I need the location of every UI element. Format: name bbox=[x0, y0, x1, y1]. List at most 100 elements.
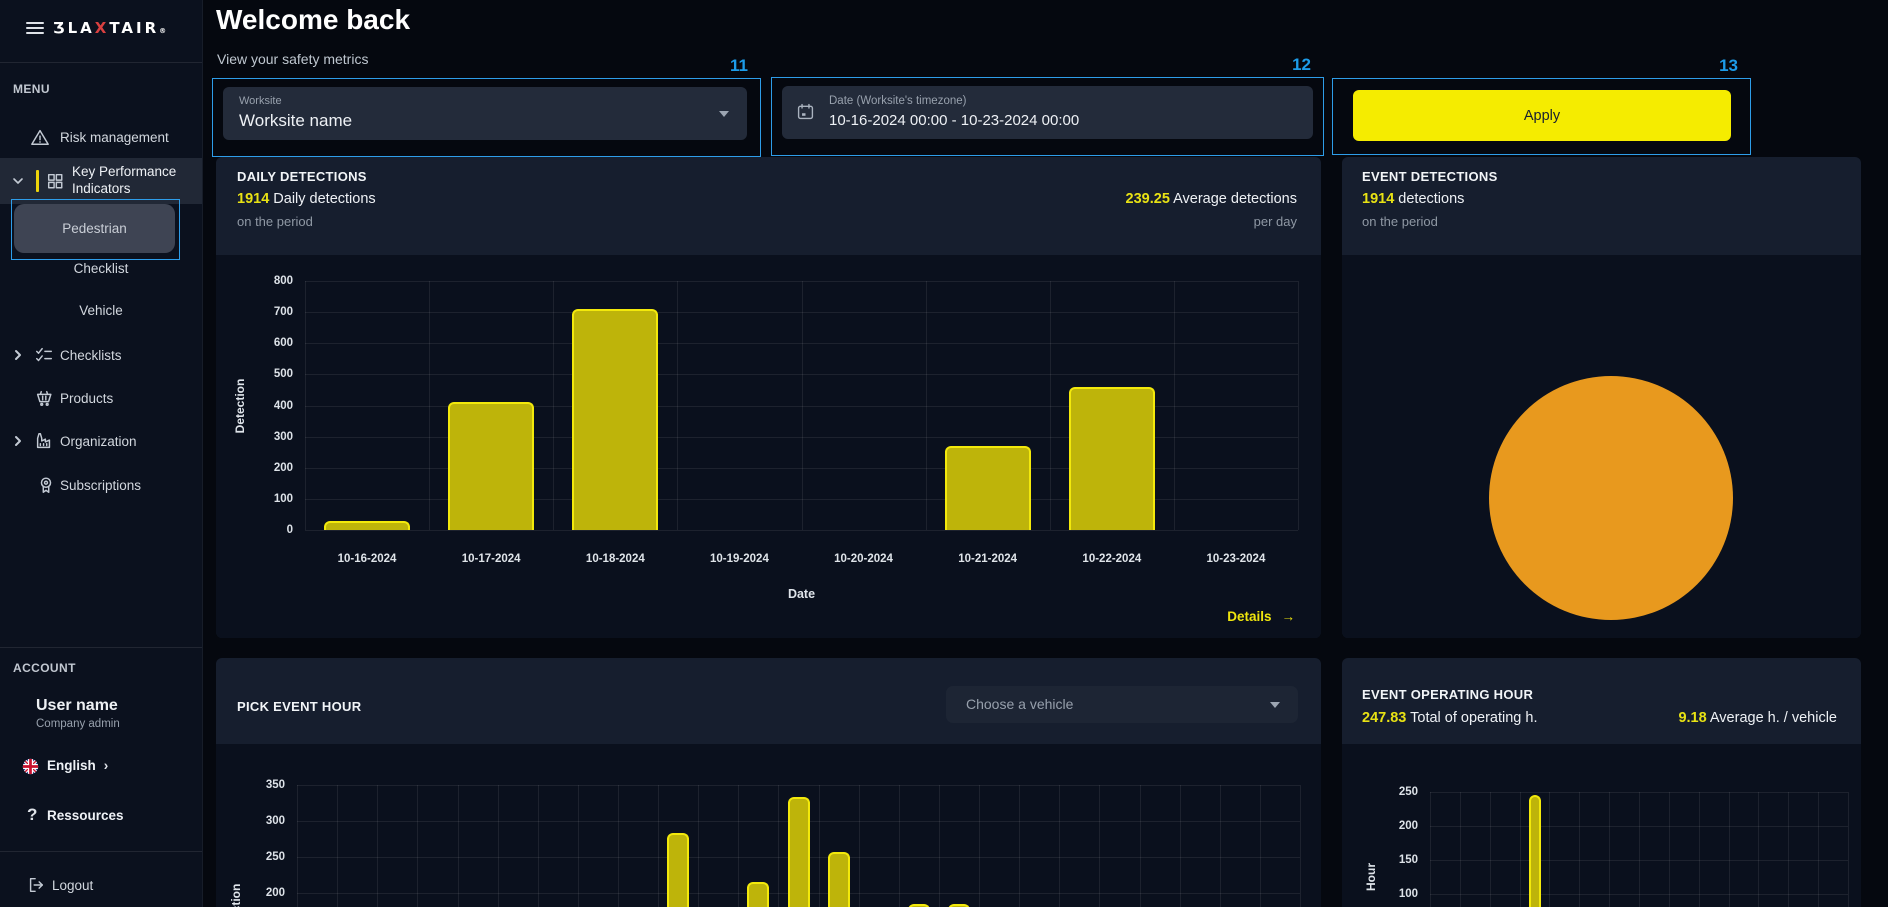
user-name: User name bbox=[36, 697, 118, 715]
sidebar-item-organization[interactable]: Organization bbox=[0, 428, 202, 454]
gridline bbox=[305, 312, 1298, 313]
gridline bbox=[1490, 792, 1491, 907]
language-label: English› bbox=[47, 758, 108, 773]
bar[interactable] bbox=[1069, 387, 1155, 530]
bar[interactable] bbox=[448, 402, 534, 530]
sidebar-item-key-performance-indicators[interactable]: Key Performance Indicators bbox=[0, 158, 202, 204]
sidebar-subitem-pedestrian[interactable]: Pedestrian bbox=[14, 204, 175, 253]
gridline bbox=[618, 785, 619, 907]
bar[interactable] bbox=[667, 833, 689, 907]
gridline bbox=[1430, 894, 1848, 895]
y-tick-label: 700 bbox=[251, 304, 293, 320]
dropdown-caret-icon bbox=[719, 111, 729, 117]
active-section-indicator bbox=[36, 170, 39, 192]
gridline bbox=[1099, 785, 1100, 907]
y-tick-label: 200 bbox=[243, 885, 285, 901]
sidebar-item-label: Checklists bbox=[60, 348, 122, 363]
gridline bbox=[698, 785, 699, 907]
gridline bbox=[1298, 281, 1299, 530]
y-tick-label: 500 bbox=[251, 366, 293, 382]
sidebar-item-resources[interactable]: ? Ressources bbox=[0, 803, 202, 827]
gridline bbox=[498, 785, 499, 907]
y-tick-label: 400 bbox=[251, 398, 293, 414]
card-title: EVENT DETECTIONS bbox=[1362, 169, 1498, 184]
sidebar-item-label: Ressources bbox=[47, 808, 124, 823]
page-title: Welcome back bbox=[216, 4, 410, 36]
bar[interactable] bbox=[828, 852, 850, 907]
worksite-select-value: Worksite name bbox=[239, 111, 352, 131]
y-axis-label: Detection bbox=[229, 876, 243, 907]
sidebar-item-risk-management[interactable]: Risk management bbox=[0, 122, 202, 152]
language-selector[interactable]: English› bbox=[0, 753, 202, 777]
logout-button[interactable]: Logout bbox=[0, 872, 202, 898]
x-tick-label: 10-19-2024 bbox=[677, 553, 801, 565]
divider bbox=[0, 851, 202, 852]
gridline bbox=[658, 785, 659, 907]
gridline bbox=[305, 343, 1298, 344]
sidebar-item-checklists[interactable]: Checklists bbox=[0, 342, 202, 368]
bar[interactable] bbox=[747, 882, 769, 907]
y-tick-label: 200 bbox=[251, 460, 293, 476]
bar[interactable] bbox=[945, 446, 1031, 530]
sidebar-subitem-label: Pedestrian bbox=[62, 221, 127, 236]
annotation-badge-11: 11 bbox=[730, 56, 748, 76]
gridline bbox=[1430, 860, 1848, 861]
sidebar-subitem-vehicle[interactable]: Vehicle bbox=[0, 303, 202, 318]
sidebar-item-label: Subscriptions bbox=[60, 478, 141, 493]
question-mark-icon: ? bbox=[27, 805, 37, 825]
bar[interactable] bbox=[324, 521, 410, 530]
date-field-label: Date (Worksite's timezone) bbox=[829, 95, 966, 107]
gridline bbox=[297, 785, 1300, 786]
gridline bbox=[979, 785, 980, 907]
gridline bbox=[305, 530, 1298, 531]
gridline bbox=[1220, 785, 1221, 907]
y-tick-label: 800 bbox=[251, 273, 293, 289]
date-range-field[interactable]: Date (Worksite's timezone) 10-16-2024 00… bbox=[782, 86, 1313, 139]
gridline bbox=[1729, 792, 1730, 907]
x-tick-label: 10-20-2024 bbox=[802, 553, 926, 565]
gridline bbox=[939, 785, 940, 907]
pick-event-hour-bar-chart: Detection 050100150200250300350 bbox=[297, 785, 1300, 907]
calendar-icon bbox=[796, 102, 815, 126]
account-section-label: ACCOUNT bbox=[13, 661, 76, 675]
gridline bbox=[1520, 792, 1521, 907]
y-tick-label: 0 bbox=[251, 522, 293, 538]
average-hours-metric: 9.18 Average h. / vehicle bbox=[1678, 710, 1837, 726]
per-day-label: per day bbox=[1254, 214, 1297, 229]
card-title: PICK EVENT HOUR bbox=[237, 699, 361, 714]
worksite-filter-group: 11 Worksite Worksite name bbox=[212, 78, 761, 157]
chevron-right-icon bbox=[12, 349, 24, 361]
bar[interactable] bbox=[1529, 795, 1541, 907]
menu-section-label: MENU bbox=[13, 82, 50, 96]
sidebar-item-products[interactable]: Products bbox=[0, 385, 202, 411]
badge-award-icon bbox=[36, 475, 56, 495]
gridline bbox=[1430, 826, 1848, 827]
gridline bbox=[305, 281, 1298, 282]
gridline bbox=[1758, 792, 1759, 907]
y-tick-label: 300 bbox=[251, 429, 293, 445]
details-link[interactable]: Details→ bbox=[1227, 609, 1295, 624]
pedestrian-selection-outline: Pedestrian bbox=[11, 199, 180, 260]
x-tick-label: 10-23-2024 bbox=[1174, 553, 1298, 565]
gridline bbox=[1639, 792, 1640, 907]
annotation-badge-12: 12 bbox=[1292, 55, 1311, 75]
sidebar-subitem-checklist[interactable]: Checklist bbox=[0, 261, 202, 276]
x-tick-label: 10-16-2024 bbox=[305, 553, 429, 565]
chevron-right-icon bbox=[12, 435, 24, 447]
bar[interactable] bbox=[788, 797, 810, 907]
apply-button[interactable]: Apply bbox=[1353, 90, 1731, 141]
y-tick-label: 250 bbox=[243, 849, 285, 865]
event-detections-card: EVENT DETECTIONS 1914 detections on the … bbox=[1342, 157, 1861, 638]
y-axis-label: Detection bbox=[233, 371, 247, 441]
worksite-select-label: Worksite bbox=[239, 95, 282, 107]
uk-flag-icon bbox=[20, 756, 40, 776]
hamburger-menu-icon[interactable] bbox=[26, 22, 44, 35]
y-tick-label: 350 bbox=[243, 777, 285, 793]
checklist-icon bbox=[34, 345, 54, 365]
sidebar-item-subscriptions[interactable]: Subscriptions bbox=[0, 472, 202, 498]
bar[interactable] bbox=[572, 309, 658, 530]
event-operating-hour-bar-chart: Hour 050100150200250 bbox=[1430, 792, 1848, 907]
vehicle-select[interactable]: Choose a vehicle bbox=[946, 686, 1298, 723]
worksite-select[interactable]: Worksite Worksite name bbox=[223, 87, 747, 140]
pie-chart[interactable] bbox=[1489, 376, 1733, 620]
